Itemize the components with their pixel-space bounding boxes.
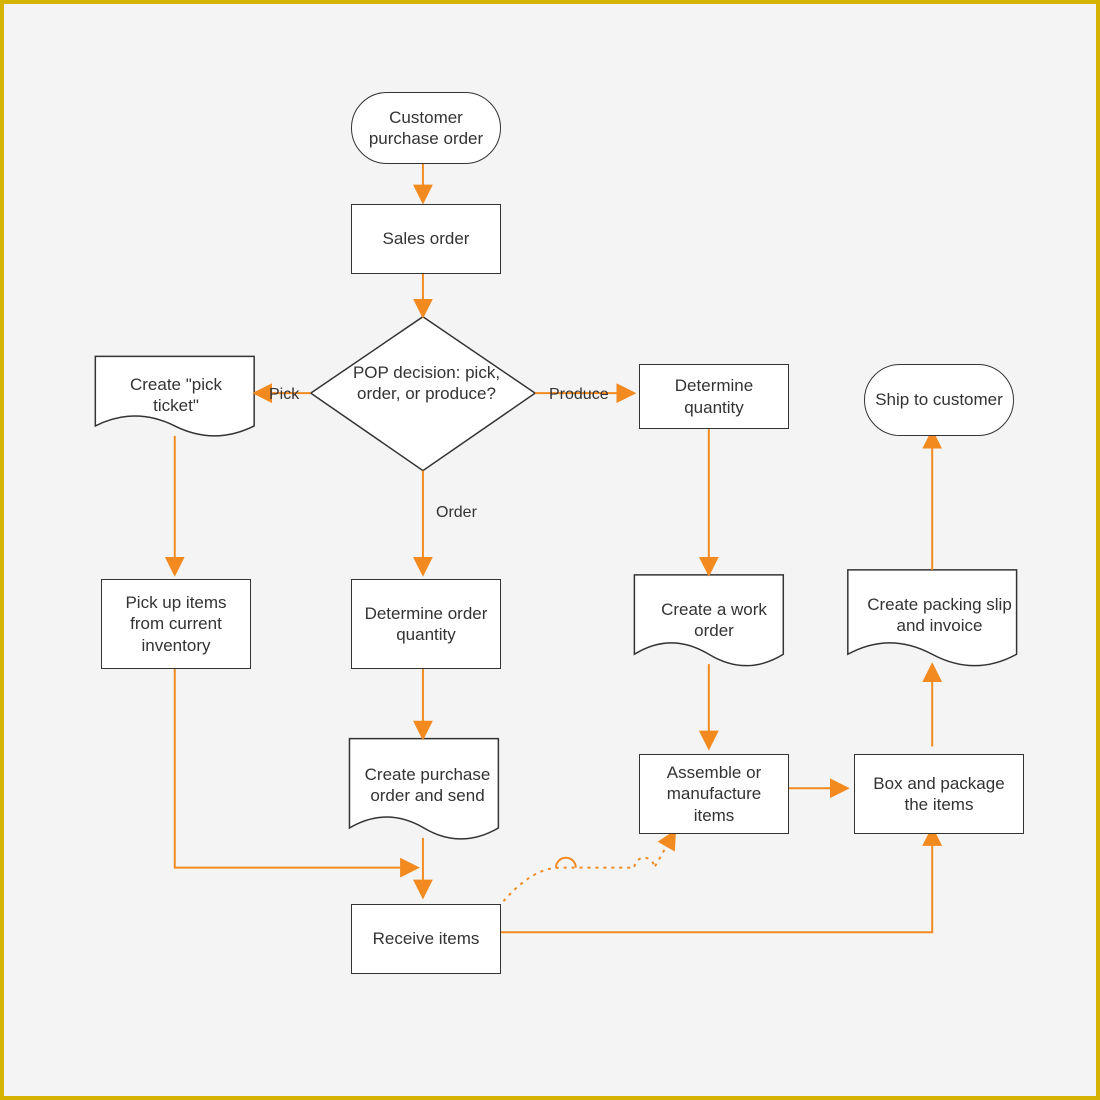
edge-label-order: Order <box>436 504 477 522</box>
node-start: Customer purchase order <box>351 92 501 164</box>
node-pop-decision: POP decision: pick, order, or produce? <box>344 362 509 405</box>
edge-label-produce: Produce <box>549 386 609 404</box>
node-pick-inventory: Pick up items from current inventory <box>101 579 251 669</box>
node-box: Box and package the items <box>854 754 1024 834</box>
node-work-order: Create a work order <box>649 599 779 642</box>
connector-layer <box>4 4 1096 1096</box>
node-sales-order: Sales order <box>351 204 501 274</box>
node-create-po: Create purchase order and send <box>360 764 495 807</box>
node-assemble: Assemble or manufacture items <box>639 754 789 834</box>
node-ship: Ship to customer <box>864 364 1014 436</box>
node-determine-order-qty: Determine order quantity <box>351 579 501 669</box>
flowchart-canvas: Customer purchase order Sales order POP … <box>0 0 1100 1100</box>
edge-label-pick: Pick <box>269 386 299 404</box>
node-determine-quantity: Determine quantity <box>639 364 789 429</box>
node-pick-ticket: Create "pick ticket" <box>106 374 246 417</box>
node-receive: Receive items <box>351 904 501 974</box>
node-packing-slip: Create packing slip and invoice <box>862 594 1017 637</box>
